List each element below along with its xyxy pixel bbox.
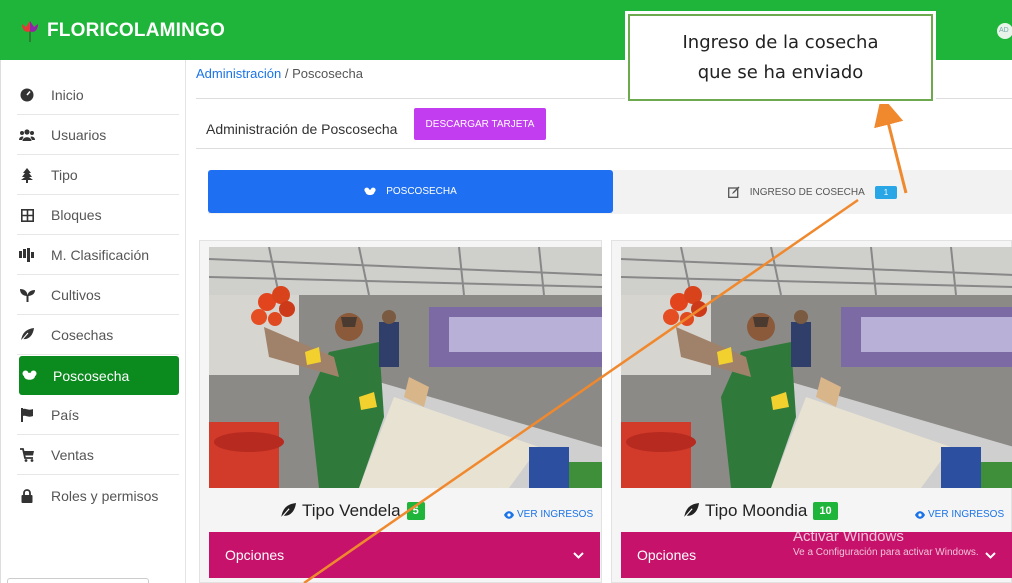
sidebar-item-tipo[interactable]: Tipo <box>17 156 179 195</box>
view-entries-link[interactable]: VER INGRESOS <box>915 509 1004 520</box>
count-badge: 10 <box>813 502 838 520</box>
chevron-down-icon <box>985 551 996 559</box>
leaf-icon <box>683 503 699 519</box>
sidebar-item-poscosecha[interactable]: Poscosecha <box>19 356 179 395</box>
sidebar-item-label: Cultivos <box>51 287 101 303</box>
breadcrumb-link-administracion[interactable]: Administración <box>196 66 281 81</box>
tab-ingreso-cosecha[interactable]: INGRESO DE COSECHA 1 <box>613 170 1012 214</box>
leaf-icon <box>280 503 296 519</box>
download-card-button[interactable]: DESCARGAR TARJETA <box>414 108 546 140</box>
sidebar-item-cultivos[interactable]: Cultivos <box>17 276 179 315</box>
sidebar-item-pais[interactable]: País <box>17 396 179 435</box>
eye-icon <box>504 510 514 519</box>
tulip-logo-icon <box>22 21 38 42</box>
breadcrumb-separator: / <box>284 66 289 81</box>
sidebar-item-label: Cosechas <box>51 327 114 343</box>
sidebar-item-clasificacion[interactable]: M. Clasificación <box>17 236 179 275</box>
sidebar-item-usuarios[interactable]: Usuarios <box>17 116 179 155</box>
card-photo <box>621 247 1012 488</box>
brand-name[interactable]: FLORICOLAMINGO <box>47 20 225 42</box>
card-title-row: Tipo Moondia 10 VER INGRESOS <box>612 497 1012 527</box>
dashboard-icon <box>13 88 41 102</box>
view-entries-label: VER INGRESOS <box>928 509 1005 520</box>
seedling-icon <box>13 288 41 302</box>
cart-icon <box>13 448 41 462</box>
flower-icon <box>15 370 43 382</box>
view-entries-label: VER INGRESOS <box>517 509 594 520</box>
lock-icon <box>13 488 41 503</box>
user-avatar[interactable]: AD <box>997 23 1012 39</box>
page-title: Administración de Poscosecha <box>206 121 398 137</box>
sidebar-item-label: Ventas <box>51 447 94 463</box>
sidebar-item-roles[interactable]: Roles y permisos <box>17 476 179 515</box>
sidebar-footer <box>7 578 149 583</box>
callout-line-2: que se ha enviado <box>697 62 864 83</box>
grid-icon <box>13 208 41 222</box>
classification-icon <box>13 248 41 262</box>
page-header-panel: Administración de Poscosecha DESCARGAR T… <box>196 98 1012 149</box>
edit-icon <box>727 186 740 198</box>
callout-line-1: Ingreso de la cosecha <box>682 32 879 53</box>
tab-bar: POSCOSECHA INGRESO DE COSECHA 1 <box>208 170 1012 214</box>
tab-poscosecha[interactable]: POSCOSECHA <box>208 170 613 213</box>
leaf-icon <box>13 328 41 342</box>
sidebar-item-label: Usuarios <box>51 127 107 143</box>
tree-icon <box>13 167 41 183</box>
options-dropdown[interactable]: Opciones <box>621 532 1012 578</box>
users-icon <box>13 129 41 141</box>
tab-count-badge: 1 <box>874 185 898 199</box>
sidebar-item-label: Poscosecha <box>53 367 130 384</box>
sidebar-item-label: Tipo <box>51 167 78 183</box>
card-title-text: Tipo Vendela <box>302 501 401 520</box>
flower-icon <box>364 187 376 195</box>
card-photo <box>209 247 602 488</box>
options-label: Opciones <box>225 547 285 563</box>
options-label: Opciones <box>637 547 697 563</box>
sidebar-item-label: M. Clasificación <box>51 247 150 263</box>
product-card-moondia: Tipo Moondia 10 VER INGRESOS Opciones <box>611 240 1012 583</box>
view-entries-link[interactable]: VER INGRESOS <box>504 509 593 520</box>
sidebar-item-bloques[interactable]: Bloques <box>17 196 179 235</box>
sidebar-item-cosechas[interactable]: Cosechas <box>17 316 179 355</box>
sidebar: Inicio Usuarios Tipo Bloques M. Clasific… <box>0 60 186 583</box>
tab-label: POSCOSECHA <box>386 186 457 197</box>
sidebar-item-label: País <box>51 407 80 423</box>
flag-icon <box>13 408 41 422</box>
eye-icon <box>915 510 925 519</box>
card-title: Tipo Moondia 10 <box>683 501 838 521</box>
breadcrumb: Administración / Poscosecha <box>196 66 363 81</box>
product-card-vendela: Tipo Vendela 5 VER INGRESOS Opciones <box>199 240 602 583</box>
card-title-row: Tipo Vendela 5 VER INGRESOS <box>200 497 603 527</box>
annotation-callout: Ingreso de la cosecha que se ha enviado <box>628 14 933 101</box>
card-title-text: Tipo Moondia <box>705 501 808 520</box>
options-dropdown[interactable]: Opciones <box>209 532 600 578</box>
chevron-down-icon <box>573 551 584 559</box>
tab-label: INGRESO DE COSECHA <box>749 186 865 198</box>
sidebar-item-inicio[interactable]: Inicio <box>17 76 179 115</box>
sidebar-item-label: Roles y permisos <box>51 487 159 504</box>
breadcrumb-current: Poscosecha <box>292 66 363 81</box>
sidebar-item-ventas[interactable]: Ventas <box>17 436 179 475</box>
count-badge: 5 <box>406 502 425 520</box>
sidebar-item-label: Inicio <box>51 87 84 103</box>
sidebar-item-label: Bloques <box>51 207 102 223</box>
card-title: Tipo Vendela 5 <box>280 501 425 521</box>
